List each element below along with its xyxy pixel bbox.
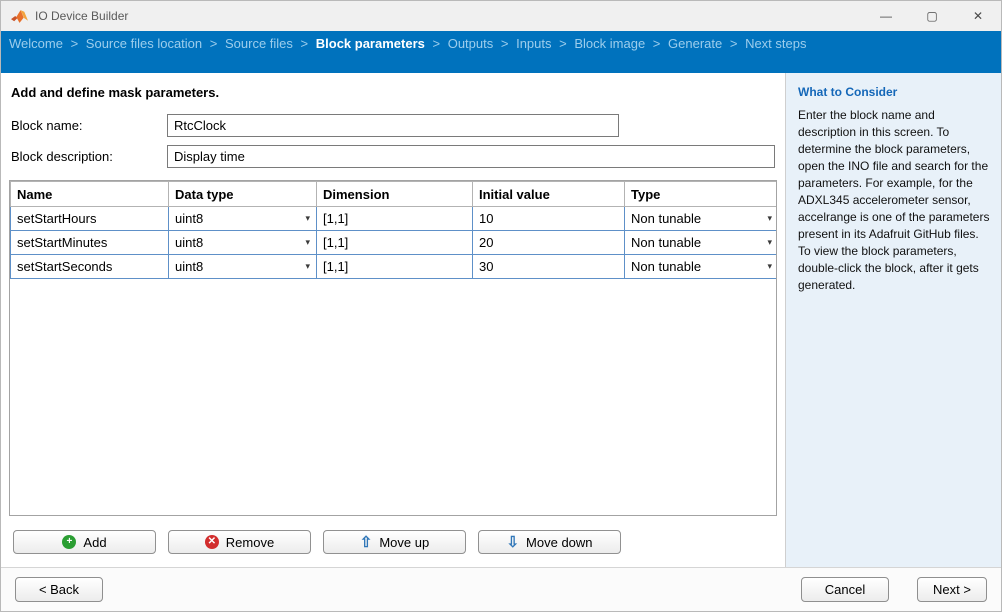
- arrow-up-icon: ⇧: [360, 535, 373, 550]
- cell-type-dropdown[interactable]: Non tunable ▾: [625, 207, 778, 231]
- move-down-button-label: Move down: [526, 535, 592, 550]
- remove-button-label: Remove: [226, 535, 274, 550]
- help-panel: What to Consider Enter the block name an…: [785, 73, 1002, 567]
- parameters-table-container: Name Data type Dimension Initial value T…: [9, 180, 777, 516]
- cell-type-value: Non tunable: [631, 211, 701, 226]
- cancel-button[interactable]: Cancel: [801, 577, 889, 602]
- breadcrumb-separator: >: [433, 36, 441, 51]
- breadcrumb-separator: >: [653, 36, 661, 51]
- table-row: setStartMinutes uint8 ▾ [1,1] 20: [11, 231, 778, 255]
- main-row: Add and define mask parameters. Block na…: [1, 73, 1001, 567]
- breadcrumb-separator: >: [301, 36, 309, 51]
- close-button[interactable]: ✕: [955, 1, 1001, 31]
- cell-initial-value[interactable]: 10: [473, 207, 625, 231]
- cell-initial-value[interactable]: 30: [473, 255, 625, 279]
- breadcrumb-item-next-steps[interactable]: Next steps: [745, 36, 806, 51]
- breadcrumb-separator: >: [730, 36, 738, 51]
- title-bar: IO Device Builder — ▢ ✕: [1, 1, 1001, 31]
- cell-data-type-value: uint8: [175, 211, 203, 226]
- breadcrumb-item-outputs[interactable]: Outputs: [448, 36, 494, 51]
- main-content: Add and define mask parameters. Block na…: [1, 73, 785, 567]
- breadcrumb-separator: >: [501, 36, 509, 51]
- column-header-type: Type: [625, 182, 778, 207]
- cell-dimension[interactable]: [1,1]: [317, 255, 473, 279]
- parameters-table: Name Data type Dimension Initial value T…: [10, 181, 777, 279]
- block-name-input[interactable]: [167, 114, 619, 137]
- maximize-button[interactable]: ▢: [909, 1, 955, 31]
- add-button-label: Add: [83, 535, 106, 550]
- breadcrumb-item-block-image[interactable]: Block image: [574, 36, 645, 51]
- breadcrumb-separator: >: [210, 36, 218, 51]
- footer-bar: < Back Cancel Next >: [1, 567, 1001, 611]
- cell-dimension[interactable]: [1,1]: [317, 207, 473, 231]
- remove-button[interactable]: ✕ Remove: [168, 530, 311, 554]
- cell-type-dropdown[interactable]: Non tunable ▾: [625, 255, 778, 279]
- move-up-button-label: Move up: [379, 535, 429, 550]
- breadcrumb-item-block-parameters[interactable]: Block parameters: [316, 36, 425, 51]
- breadcrumb-item-welcome[interactable]: Welcome: [9, 36, 63, 51]
- breadcrumb-item-source-files-location[interactable]: Source files location: [86, 36, 202, 51]
- table-header-row: Name Data type Dimension Initial value T…: [11, 182, 778, 207]
- column-header-data-type: Data type: [169, 182, 317, 207]
- add-icon: +: [62, 535, 76, 549]
- cell-data-type-dropdown[interactable]: uint8 ▾: [169, 255, 317, 279]
- back-button[interactable]: < Back: [15, 577, 103, 602]
- window-title: IO Device Builder: [35, 9, 128, 23]
- cell-name[interactable]: setStartHours: [11, 207, 169, 231]
- add-button[interactable]: + Add: [13, 530, 156, 554]
- chevron-down-icon: ▾: [305, 213, 310, 224]
- cell-data-type-dropdown[interactable]: uint8 ▾: [169, 231, 317, 255]
- window-controls: — ▢ ✕: [863, 1, 1001, 31]
- cell-initial-value[interactable]: 20: [473, 231, 625, 255]
- chevron-down-icon: ▾: [767, 237, 772, 248]
- column-header-dimension: Dimension: [317, 182, 473, 207]
- column-header-initial-value: Initial value: [473, 182, 625, 207]
- cell-type-value: Non tunable: [631, 235, 701, 250]
- table-row: setStartSeconds uint8 ▾ [1,1] 30: [11, 255, 778, 279]
- page-heading: Add and define mask parameters.: [11, 85, 777, 100]
- breadcrumb-item-generate[interactable]: Generate: [668, 36, 722, 51]
- help-panel-body: Enter the block name and description in …: [798, 107, 991, 294]
- breadcrumb-item-source-files[interactable]: Source files: [225, 36, 293, 51]
- breadcrumb-separator: >: [559, 36, 567, 51]
- cell-dimension[interactable]: [1,1]: [317, 231, 473, 255]
- cell-name[interactable]: setStartSeconds: [11, 255, 169, 279]
- cell-name[interactable]: setStartMinutes: [11, 231, 169, 255]
- cell-type-value: Non tunable: [631, 259, 701, 274]
- cell-data-type-value: uint8: [175, 259, 203, 274]
- table-row: setStartHours uint8 ▾ [1,1] 10: [11, 207, 778, 231]
- block-description-label: Block description:: [9, 149, 167, 164]
- chevron-down-icon: ▾: [767, 261, 772, 272]
- move-down-button[interactable]: ⇩ Move down: [478, 530, 621, 554]
- move-up-button[interactable]: ⇧ Move up: [323, 530, 466, 554]
- minimize-button[interactable]: —: [863, 1, 909, 31]
- cell-data-type-value: uint8: [175, 235, 203, 250]
- chevron-down-icon: ▾: [305, 237, 310, 248]
- table-action-buttons: + Add ✕ Remove ⇧ Move up ⇩ Move down: [9, 530, 777, 554]
- block-name-row: Block name:: [9, 114, 777, 137]
- cell-data-type-dropdown[interactable]: uint8 ▾: [169, 207, 317, 231]
- block-description-row: Block description:: [9, 145, 777, 168]
- column-header-name: Name: [11, 182, 169, 207]
- breadcrumb: Welcome > Source files location > Source…: [1, 31, 1001, 73]
- arrow-down-icon: ⇩: [506, 535, 519, 550]
- chevron-down-icon: ▾: [305, 261, 310, 272]
- chevron-down-icon: ▾: [767, 213, 772, 224]
- cell-type-dropdown[interactable]: Non tunable ▾: [625, 231, 778, 255]
- breadcrumb-item-inputs[interactable]: Inputs: [516, 36, 551, 51]
- io-device-builder-window: IO Device Builder — ▢ ✕ Welcome > Source…: [0, 0, 1002, 612]
- remove-icon: ✕: [205, 535, 219, 549]
- block-description-input[interactable]: [167, 145, 775, 168]
- next-button[interactable]: Next >: [917, 577, 987, 602]
- breadcrumb-separator: >: [71, 36, 79, 51]
- block-name-label: Block name:: [9, 118, 167, 133]
- help-panel-title: What to Consider: [798, 85, 991, 99]
- matlab-app-icon: [11, 9, 28, 24]
